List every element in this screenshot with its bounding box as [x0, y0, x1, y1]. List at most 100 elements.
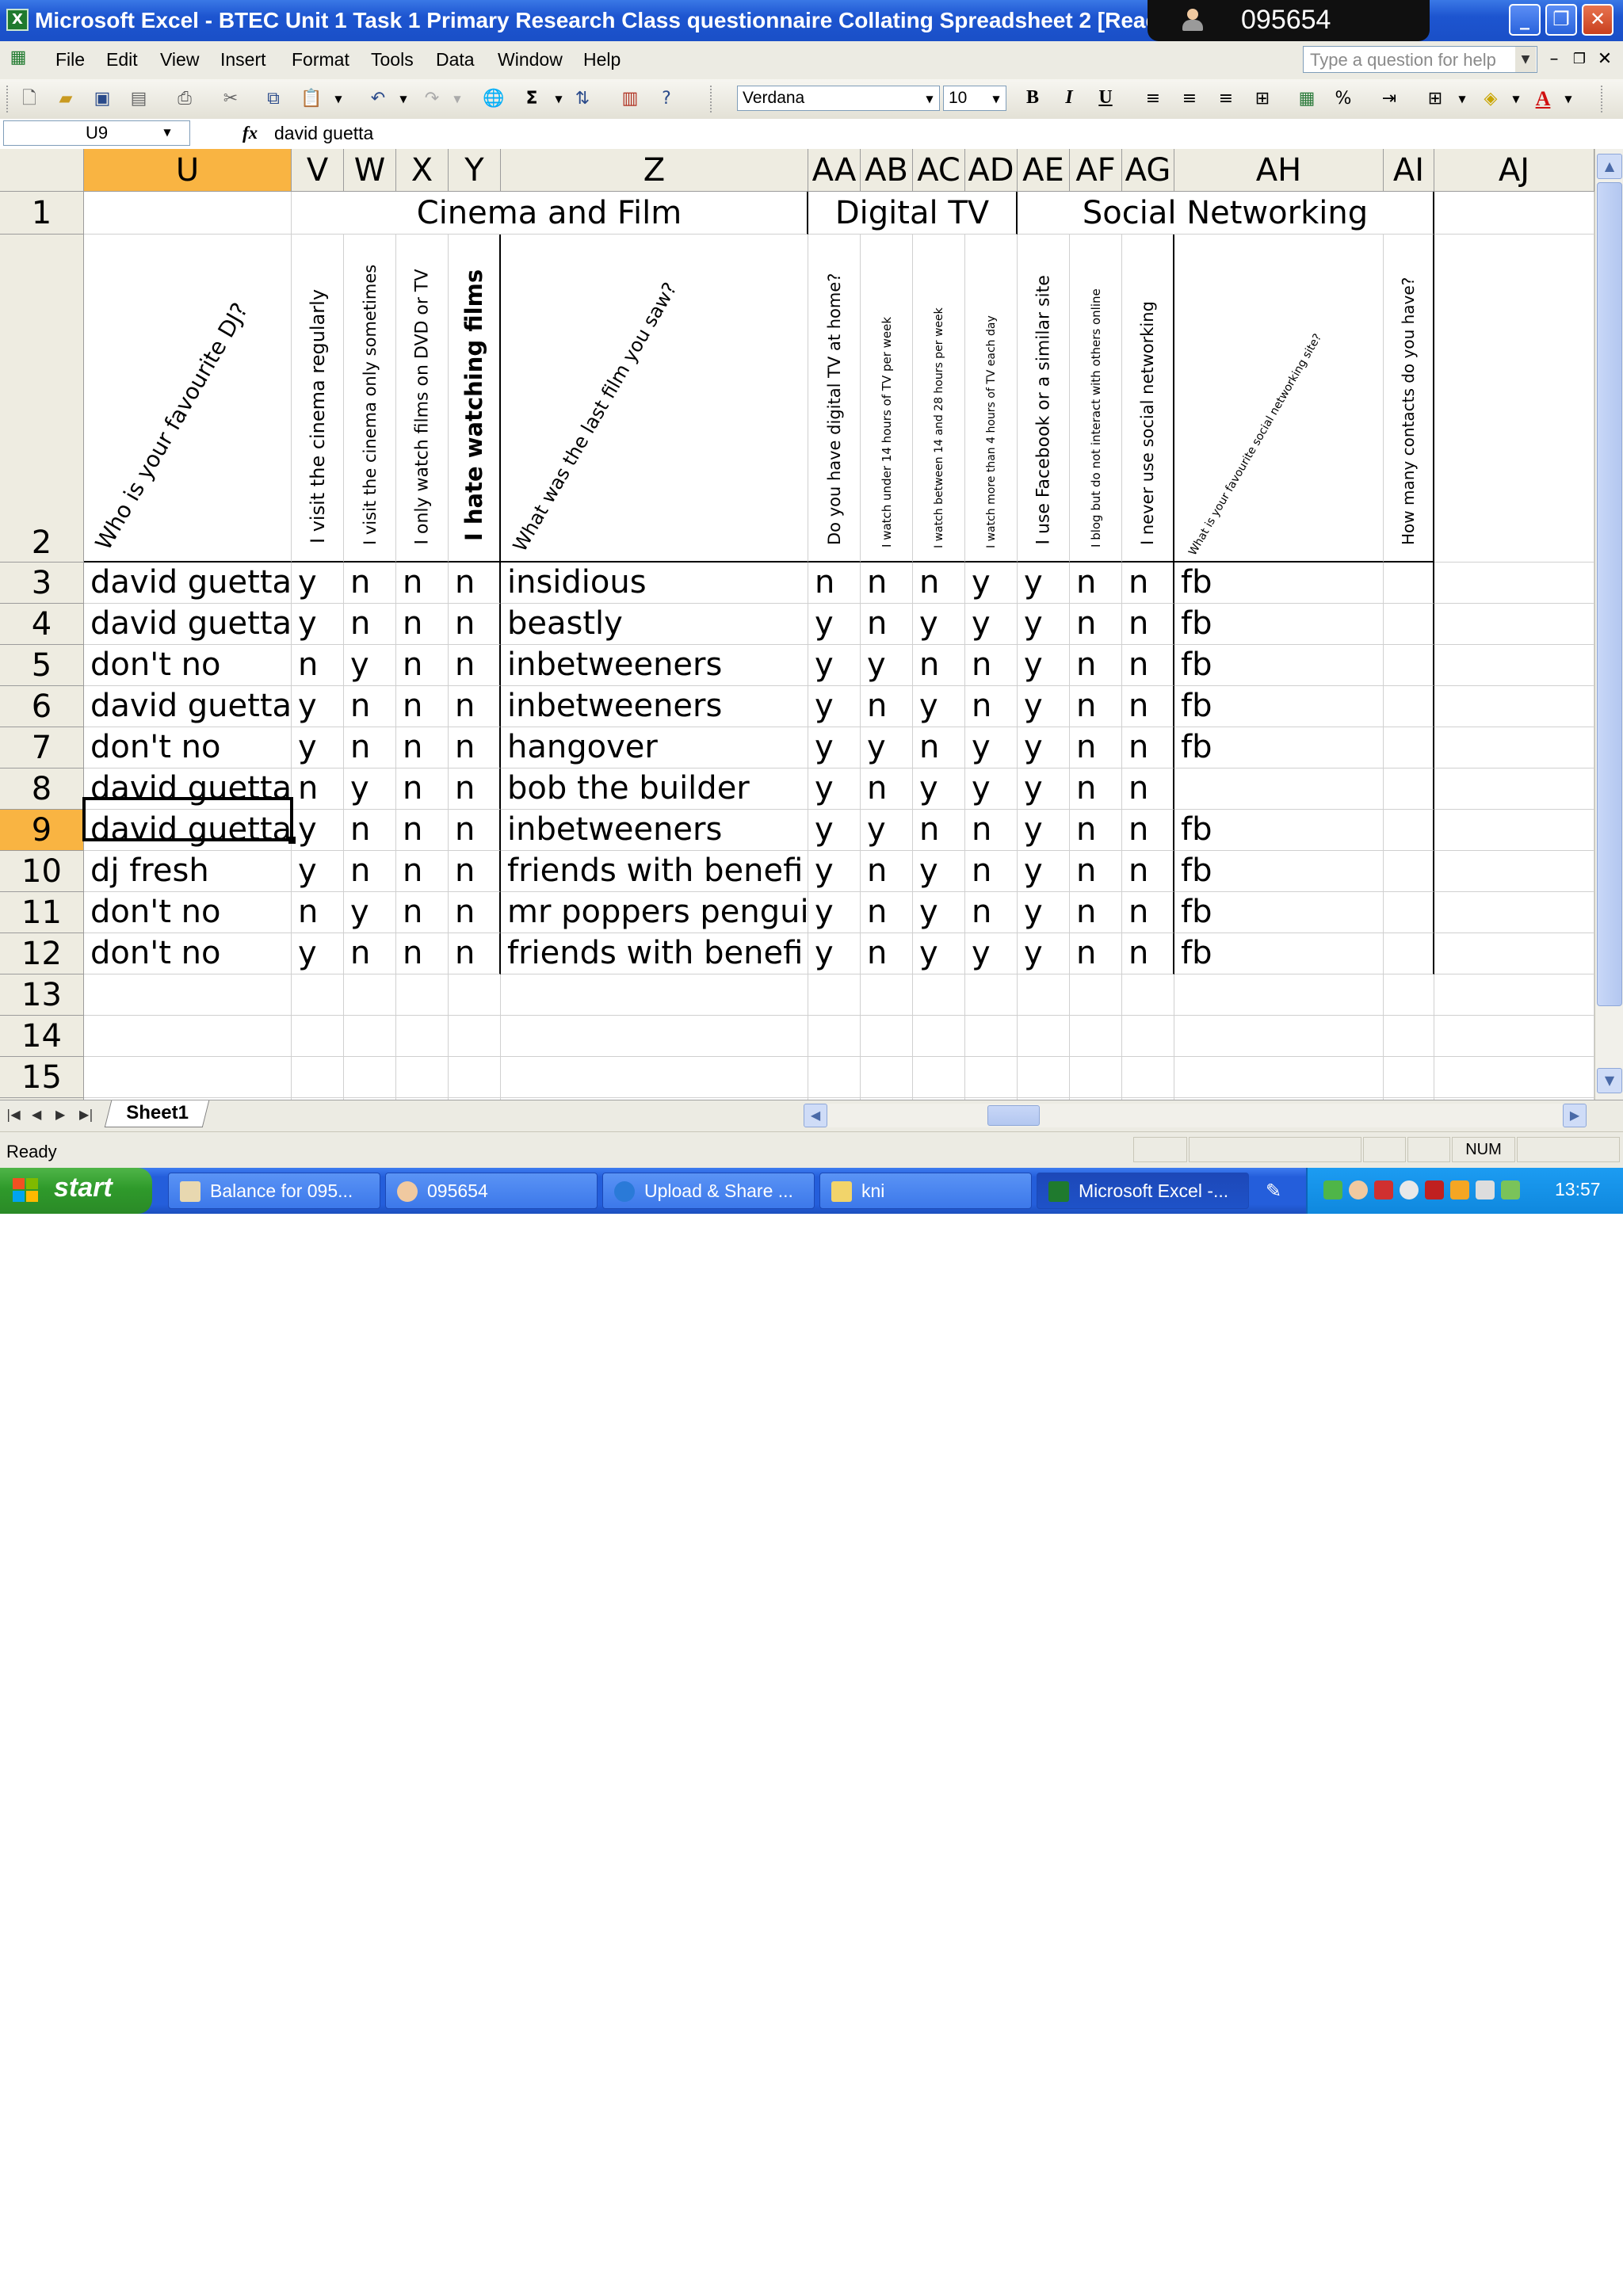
toolbar-grip-2[interactable] — [710, 86, 715, 113]
column-header-af[interactable]: AF — [1070, 149, 1122, 192]
cell-U3[interactable]: david guetta — [84, 563, 292, 604]
cell-W13[interactable] — [344, 974, 396, 1016]
cell-AI14[interactable] — [1384, 1016, 1434, 1057]
group-header-social[interactable]: Social Networking — [1018, 192, 1434, 235]
cell-AE13[interactable] — [1018, 974, 1070, 1016]
cell-AF9[interactable]: n — [1070, 810, 1122, 851]
cell-AG10[interactable]: n — [1122, 851, 1174, 892]
cell-AD9[interactable]: n — [965, 810, 1018, 851]
cell-AA4[interactable]: y — [808, 604, 861, 645]
power-icon[interactable] — [1501, 1180, 1520, 1199]
doc-minimize-icon[interactable]: – — [1542, 48, 1566, 71]
fill-handle[interactable] — [288, 837, 296, 844]
cell-V10[interactable]: y — [292, 851, 344, 892]
select-all-corner[interactable] — [0, 149, 84, 192]
cell-AC11[interactable]: y — [913, 892, 965, 933]
cell-W10[interactable]: n — [344, 851, 396, 892]
worksheet-grid[interactable]: U V W X Y Z AA AB AC AD AE AF AG AH AI AJ 1 2 3 4 5 6 7 8 9 10 11… — [0, 149, 1594, 1100]
cell-X5[interactable]: n — [396, 645, 449, 686]
cell-Z11[interactable]: mr poppers pengui — [501, 892, 808, 933]
row-header-14[interactable]: 14 — [0, 1016, 84, 1057]
menu-edit[interactable]: Edit — [106, 49, 138, 71]
restore-button[interactable]: ❐ — [1545, 4, 1577, 36]
row-header-8[interactable]: 8 — [0, 769, 84, 810]
cell-AF8[interactable]: n — [1070, 769, 1122, 810]
next-sheet-icon[interactable]: ▶ — [55, 1107, 65, 1122]
cell-X8[interactable]: n — [396, 769, 449, 810]
column-header-z[interactable]: Z — [501, 149, 808, 192]
borders-dropdown-icon[interactable]: ▼ — [1450, 87, 1474, 111]
cell-AB14[interactable] — [861, 1016, 913, 1057]
group-header-cinema[interactable]: Cinema and Film — [292, 192, 808, 235]
cell-AH6[interactable]: fb — [1174, 686, 1384, 727]
indent-icon[interactable]: ⇥ — [1377, 87, 1401, 111]
cell-AG11[interactable]: n — [1122, 892, 1174, 933]
cell-Z5[interactable]: inbetweeners — [501, 645, 808, 686]
scroll-right-icon[interactable]: ▶ — [1563, 1104, 1587, 1127]
column-header-v[interactable]: V — [292, 149, 344, 192]
cell-AA10[interactable]: y — [808, 851, 861, 892]
cell-AE3[interactable]: y — [1018, 563, 1070, 604]
cell-AB9[interactable]: y — [861, 810, 913, 851]
underline-button[interactable]: U — [1094, 87, 1117, 111]
first-sheet-icon[interactable]: |◀ — [6, 1107, 21, 1122]
cell-AI12[interactable] — [1384, 933, 1434, 974]
cell-Z6[interactable]: inbetweeners — [501, 686, 808, 727]
cell-AJ11[interactable] — [1434, 892, 1594, 933]
question-header-z[interactable]: What was the last film you saw? — [501, 235, 808, 563]
name-box-dropdown-icon[interactable]: ▼ — [155, 120, 179, 144]
cell-Y11[interactable]: n — [449, 892, 501, 933]
cell-AD15[interactable] — [965, 1057, 1018, 1098]
cell-AD8[interactable]: y — [965, 769, 1018, 810]
cell-AE12[interactable]: y — [1018, 933, 1070, 974]
cell-AC15[interactable] — [913, 1057, 965, 1098]
cell-AG6[interactable]: n — [1122, 686, 1174, 727]
cell-AA11[interactable]: y — [808, 892, 861, 933]
undo-icon[interactable]: ↶ — [366, 87, 390, 111]
cell-AG4[interactable]: n — [1122, 604, 1174, 645]
cell-Z3[interactable]: insidious — [501, 563, 808, 604]
cell-AD3[interactable]: y — [965, 563, 1018, 604]
cell-AC14[interactable] — [913, 1016, 965, 1057]
pen-icon[interactable]: ✎ — [1260, 1177, 1287, 1204]
cell-AI13[interactable] — [1384, 974, 1434, 1016]
cell-Z12[interactable]: friends with benefi — [501, 933, 808, 974]
cell-AI6[interactable] — [1384, 686, 1434, 727]
cell-AH5[interactable]: fb — [1174, 645, 1384, 686]
cell-AC4[interactable]: y — [913, 604, 965, 645]
cell-AI7[interactable] — [1384, 727, 1434, 769]
row-header-1[interactable]: 1 — [0, 192, 84, 235]
cell-AB5[interactable]: y — [861, 645, 913, 686]
cell-U15[interactable] — [84, 1057, 292, 1098]
cell-Z8[interactable]: bob the builder — [501, 769, 808, 810]
scroll-down-icon[interactable]: ▼ — [1597, 1068, 1622, 1093]
menu-format[interactable]: Format — [292, 49, 349, 71]
cell-V8[interactable]: n — [292, 769, 344, 810]
cell-U10[interactable]: dj fresh — [84, 851, 292, 892]
cell-Z15[interactable] — [501, 1057, 808, 1098]
research-icon[interactable]: ✂ — [219, 87, 242, 111]
cell-AG5[interactable]: n — [1122, 645, 1174, 686]
font-color-icon[interactable]: A — [1531, 87, 1555, 111]
column-header-ae[interactable]: AE — [1018, 149, 1070, 192]
cell-U6[interactable]: david guetta — [84, 686, 292, 727]
group-header-digital-tv[interactable]: Digital TV — [808, 192, 1018, 235]
cell-AI4[interactable] — [1384, 604, 1434, 645]
cell-AA3[interactable]: n — [808, 563, 861, 604]
cell-AF6[interactable]: n — [1070, 686, 1122, 727]
cell-X11[interactable]: n — [396, 892, 449, 933]
cell-AF12[interactable]: n — [1070, 933, 1122, 974]
column-header-ab[interactable]: AB — [861, 149, 913, 192]
column-header-aj[interactable]: AJ — [1434, 149, 1594, 192]
font-color-dropdown-icon[interactable]: ▼ — [1556, 87, 1580, 111]
cell-AB15[interactable] — [861, 1057, 913, 1098]
cell-Z7[interactable]: hangover — [501, 727, 808, 769]
cell-AB7[interactable]: y — [861, 727, 913, 769]
cell-AB4[interactable]: n — [861, 604, 913, 645]
cell-AI15[interactable] — [1384, 1057, 1434, 1098]
cell-AA12[interactable]: y — [808, 933, 861, 974]
cell-AD10[interactable]: n — [965, 851, 1018, 892]
redo-icon[interactable]: ↷ — [420, 87, 444, 111]
cell-AA14[interactable] — [808, 1016, 861, 1057]
cell-U4[interactable]: david guetta — [84, 604, 292, 645]
